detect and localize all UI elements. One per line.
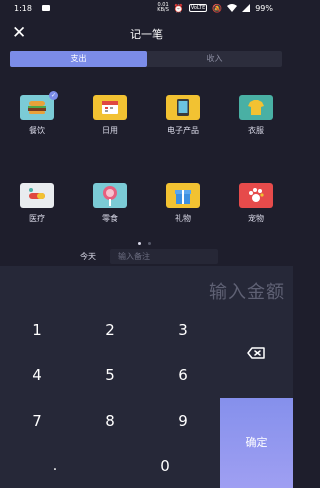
tab-expense[interactable]: 支出	[10, 51, 147, 67]
page-dot-active[interactable]	[138, 242, 141, 245]
category-label: 电子产品	[167, 126, 199, 135]
status-icons: 0.01 KB/S ⏰ VoLTE 🔕 99%	[157, 3, 273, 13]
key-4[interactable]: 4	[0, 355, 74, 395]
category-medical[interactable]: 医疗	[7, 183, 67, 233]
signal-icon	[242, 4, 251, 12]
paw-icon	[239, 183, 273, 208]
backspace-button[interactable]	[220, 322, 293, 382]
date-selector[interactable]: 今天	[80, 249, 96, 264]
category-label: 宠物	[248, 214, 264, 223]
category-gift[interactable]: 礼物	[153, 183, 213, 233]
calendar-icon	[93, 95, 127, 120]
category-label: 零食	[102, 214, 118, 223]
category-label: 餐饮	[29, 126, 45, 135]
network-speed: 0.01 KB/S	[157, 3, 169, 13]
network-speed-unit: KB/S	[157, 7, 169, 13]
mute-icon: 🔕	[212, 3, 223, 13]
key-decimal[interactable]: .	[18, 448, 92, 488]
alarm-icon: ⏰	[173, 3, 184, 13]
status-bar: 1:18 0.01 KB/S ⏰ VoLTE 🔕 99%	[0, 0, 293, 18]
category-label: 礼物	[175, 214, 191, 223]
key-1[interactable]: 1	[0, 310, 74, 350]
category-label: 衣服	[248, 126, 264, 135]
key-7[interactable]: 7	[0, 401, 74, 441]
category-pet[interactable]: 宠物	[226, 183, 286, 233]
status-time: 1:18	[14, 4, 32, 13]
keypad: 输入金额 1 2 3 4 5 6 7 8 9 . 0 确定	[0, 266, 293, 488]
image-notification-icon	[42, 5, 50, 11]
key-2[interactable]: 2	[73, 310, 147, 350]
tablet-icon	[166, 95, 200, 120]
key-9[interactable]: 9	[146, 401, 220, 441]
pill-icon	[20, 183, 54, 208]
category-label: 日用	[102, 126, 118, 135]
backspace-icon	[247, 347, 265, 359]
category-dining[interactable]: ✓ 餐饮	[7, 91, 67, 145]
header: ✕ 记一笔	[0, 20, 293, 48]
tab-income[interactable]: 收入	[147, 51, 282, 67]
page-indicator	[138, 242, 151, 245]
category-electronics[interactable]: 电子产品	[153, 95, 213, 145]
category-daily[interactable]: 日用	[80, 95, 140, 145]
category-snacks[interactable]: 零食	[80, 183, 140, 233]
type-tabs: 支出 收入	[10, 51, 282, 67]
page-title: 记一笔	[130, 28, 163, 41]
note-input[interactable]: 输入备注	[110, 249, 218, 264]
lollipop-icon	[93, 183, 127, 208]
key-8[interactable]: 8	[73, 401, 147, 441]
shirt-icon	[239, 95, 273, 120]
page-dot[interactable]	[148, 242, 151, 245]
wifi-icon	[227, 4, 238, 12]
gift-icon	[166, 183, 200, 208]
selected-check-icon: ✓	[49, 91, 58, 100]
key-5[interactable]: 5	[73, 355, 147, 395]
category-clothes[interactable]: 衣服	[226, 95, 286, 145]
confirm-button[interactable]: 确定	[220, 398, 293, 488]
key-0[interactable]: 0	[128, 446, 202, 486]
amount-display: 输入金额	[209, 282, 285, 303]
volte-badge: VoLTE	[188, 4, 208, 12]
key-3[interactable]: 3	[146, 310, 220, 350]
key-6[interactable]: 6	[146, 355, 220, 395]
burger-icon	[20, 95, 54, 120]
battery-level: 99%	[255, 3, 273, 13]
category-label: 医疗	[29, 214, 45, 223]
